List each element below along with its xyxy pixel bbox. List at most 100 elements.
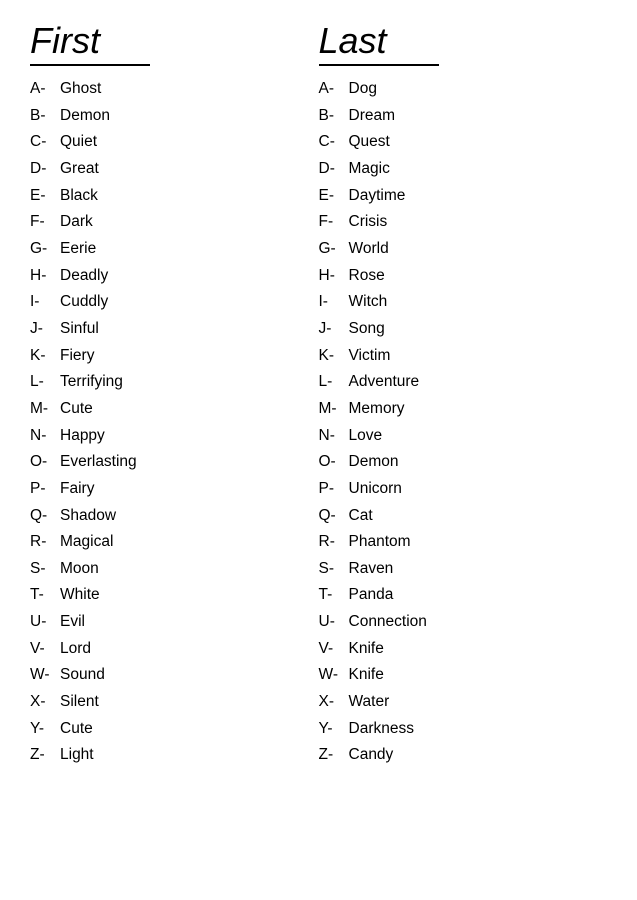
entry-letter: R-	[30, 529, 60, 556]
entry-word: Daytime	[349, 183, 406, 210]
entry-letter: Z-	[319, 742, 349, 769]
entry-word: Love	[349, 423, 383, 450]
list-item: U-Evil	[30, 609, 319, 636]
entry-word: Terrifying	[60, 369, 123, 396]
entry-word: White	[60, 582, 100, 609]
list-item: Q-Shadow	[30, 503, 319, 530]
list-item: W-Knife	[319, 662, 608, 689]
first-column-entries: A-GhostB-DemonC-QuietD-GreatE-BlackF-Dar…	[30, 76, 319, 769]
entry-word: Eerie	[60, 236, 96, 263]
entry-word: Knife	[349, 636, 384, 663]
list-item: D-Great	[30, 156, 319, 183]
entry-word: Cute	[60, 716, 93, 743]
entry-letter: A-	[319, 76, 349, 103]
entry-word: Demon	[349, 449, 399, 476]
list-item: R-Magical	[30, 529, 319, 556]
entry-letter: G-	[319, 236, 349, 263]
list-item: I-Witch	[319, 289, 608, 316]
entry-word: Happy	[60, 423, 105, 450]
entry-word: Adventure	[349, 369, 420, 396]
entry-letter: T-	[30, 582, 60, 609]
entry-word: Sinful	[60, 316, 99, 343]
entry-word: Quiet	[60, 129, 97, 156]
entry-letter: Z-	[30, 742, 60, 769]
entry-word: Magic	[349, 156, 390, 183]
entry-letter: J-	[319, 316, 349, 343]
list-item: B-Dream	[319, 103, 608, 130]
entry-letter: O-	[30, 449, 60, 476]
list-item: L-Adventure	[319, 369, 608, 396]
list-item: E-Black	[30, 183, 319, 210]
entry-letter: B-	[30, 103, 60, 130]
list-item: Z-Light	[30, 742, 319, 769]
entry-letter: U-	[319, 609, 349, 636]
entry-letter: P-	[319, 476, 349, 503]
list-item: V-Knife	[319, 636, 608, 663]
list-item: Y-Darkness	[319, 716, 608, 743]
entry-letter: D-	[319, 156, 349, 183]
list-item: W-Sound	[30, 662, 319, 689]
list-item: F-Crisis	[319, 209, 608, 236]
entry-letter: N-	[319, 423, 349, 450]
entry-word: Quest	[349, 129, 390, 156]
list-item: O-Demon	[319, 449, 608, 476]
list-item: H-Rose	[319, 263, 608, 290]
entry-word: Victim	[349, 343, 391, 370]
entry-letter: N-	[30, 423, 60, 450]
entry-word: Deadly	[60, 263, 108, 290]
entry-word: Moon	[60, 556, 99, 583]
entry-letter: B-	[319, 103, 349, 130]
entry-word: Silent	[60, 689, 99, 716]
entry-word: Ghost	[60, 76, 101, 103]
entry-letter: L-	[319, 369, 349, 396]
entry-letter: I-	[319, 289, 349, 316]
list-item: C-Quest	[319, 129, 608, 156]
entry-letter: X-	[30, 689, 60, 716]
entry-letter: L-	[30, 369, 60, 396]
list-item: T-White	[30, 582, 319, 609]
list-item: I-Cuddly	[30, 289, 319, 316]
entry-word: Memory	[349, 396, 405, 423]
entry-word: Cat	[349, 503, 373, 530]
list-item: K-Victim	[319, 343, 608, 370]
entry-word: Great	[60, 156, 99, 183]
entry-letter: W-	[319, 662, 349, 689]
first-column-title: First	[30, 20, 150, 66]
list-item: M-Cute	[30, 396, 319, 423]
entry-letter: J-	[30, 316, 60, 343]
entry-letter: F-	[319, 209, 349, 236]
list-item: J-Song	[319, 316, 608, 343]
entry-word: Raven	[349, 556, 394, 583]
entry-word: Magical	[60, 529, 113, 556]
list-item: Q-Cat	[319, 503, 608, 530]
entry-letter: H-	[319, 263, 349, 290]
list-item: Z-Candy	[319, 742, 608, 769]
entry-letter: E-	[30, 183, 60, 210]
entry-word: Knife	[349, 662, 384, 689]
last-column: Last A-DogB-DreamC-QuestD-MagicE-Daytime…	[319, 20, 608, 769]
entry-word: Sound	[60, 662, 105, 689]
entry-word: Lord	[60, 636, 91, 663]
entry-letter: T-	[319, 582, 349, 609]
entry-word: Cute	[60, 396, 93, 423]
entry-word: Black	[60, 183, 98, 210]
entry-letter: G-	[30, 236, 60, 263]
entry-word: World	[349, 236, 389, 263]
entry-letter: M-	[319, 396, 349, 423]
entry-word: Dog	[349, 76, 377, 103]
entry-word: Everlasting	[60, 449, 137, 476]
entry-word: Phantom	[349, 529, 411, 556]
list-item: N-Happy	[30, 423, 319, 450]
list-item: X-Silent	[30, 689, 319, 716]
entry-word: Dream	[349, 103, 396, 130]
list-item: X-Water	[319, 689, 608, 716]
entry-letter: K-	[319, 343, 349, 370]
list-item: U-Connection	[319, 609, 608, 636]
entry-letter: C-	[319, 129, 349, 156]
last-column-title: Last	[319, 20, 439, 66]
list-item: L-Terrifying	[30, 369, 319, 396]
entry-word: Song	[349, 316, 385, 343]
entry-word: Demon	[60, 103, 110, 130]
entry-letter: M-	[30, 396, 60, 423]
entry-word: Panda	[349, 582, 394, 609]
